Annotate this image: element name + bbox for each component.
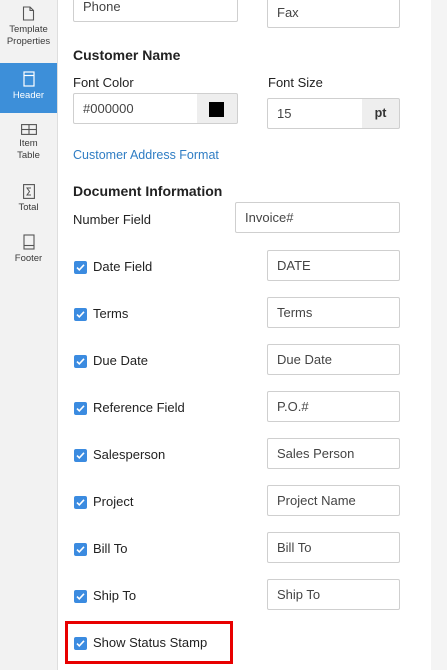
- project-checkbox[interactable]: [74, 496, 87, 509]
- terms-row: Terms: [74, 306, 254, 322]
- section-title-customer-name: Customer Name: [73, 47, 181, 63]
- bill-to-row: Bill To: [74, 541, 254, 557]
- sidebar-item-label: Total: [18, 202, 39, 213]
- bill-to-input[interactable]: [267, 532, 400, 563]
- terms-input[interactable]: [267, 297, 400, 328]
- left-sidebar: Template Properties Header Item Table To…: [0, 0, 58, 670]
- fax-field[interactable]: [267, 0, 400, 28]
- terms-label: Terms: [93, 306, 129, 321]
- sidebar-item-label: Template: [9, 24, 48, 35]
- project-input[interactable]: [267, 485, 400, 516]
- customer-address-format-link[interactable]: Customer Address Format: [73, 148, 219, 162]
- highlight-box: [65, 621, 233, 664]
- sigma-icon: [0, 184, 57, 199]
- project-row: Project: [74, 494, 254, 510]
- ship-to-row: Ship To: [74, 588, 254, 604]
- salesperson-label: Salesperson: [93, 447, 166, 462]
- reference-field-row: Reference Field: [74, 400, 254, 416]
- bill-to-checkbox[interactable]: [74, 543, 87, 556]
- sidebar-item-footer[interactable]: Footer: [0, 234, 57, 268]
- bill-to-label: Bill To: [93, 541, 128, 556]
- sidebar-item-header[interactable]: Header: [0, 63, 57, 113]
- sidebar-item-label: Header: [12, 90, 45, 101]
- due-date-input[interactable]: [267, 344, 400, 375]
- sidebar-item-template-properties[interactable]: Template Properties: [0, 6, 57, 54]
- due-date-row: Due Date: [74, 353, 254, 369]
- font-color-label: Font Color: [73, 75, 134, 90]
- ship-to-input[interactable]: [267, 579, 400, 610]
- date-field-input[interactable]: [267, 250, 400, 281]
- date-field-checkbox[interactable]: [74, 261, 87, 274]
- date-field-row: Date Field: [74, 259, 254, 275]
- sidebar-item-label: Item: [19, 138, 38, 149]
- font-size-label: Font Size: [268, 75, 323, 90]
- color-picker-button[interactable]: [197, 93, 238, 124]
- number-field-input[interactable]: [235, 202, 400, 233]
- salesperson-input[interactable]: [267, 438, 400, 469]
- reference-field-input[interactable]: [267, 391, 400, 422]
- font-color-input[interactable]: [73, 93, 198, 124]
- ship-to-checkbox[interactable]: [74, 590, 87, 603]
- sidebar-item-label: Footer: [14, 253, 43, 264]
- color-swatch: [209, 102, 224, 117]
- salesperson-checkbox[interactable]: [74, 449, 87, 462]
- sidebar-item-label: Properties: [6, 36, 51, 47]
- scrollbar-track[interactable]: [431, 0, 447, 670]
- phone-field[interactable]: [73, 0, 238, 22]
- section-title-document-information: Document Information: [73, 183, 223, 199]
- sidebar-item-label: Table: [17, 150, 40, 161]
- date-field-label: Date Field: [93, 259, 153, 274]
- sidebar-item-item-table[interactable]: Item Table: [0, 124, 57, 168]
- reference-field-label: Reference Field: [93, 400, 185, 415]
- footer-page-icon: [0, 234, 57, 250]
- sidebar-item-total[interactable]: Total: [0, 184, 57, 218]
- header-page-icon: [0, 71, 57, 87]
- ship-to-label: Ship To: [93, 588, 137, 603]
- reference-field-checkbox[interactable]: [74, 402, 87, 415]
- font-size-input[interactable]: [267, 98, 363, 129]
- salesperson-row: Salesperson: [74, 447, 254, 463]
- due-date-checkbox[interactable]: [74, 355, 87, 368]
- table-icon: [0, 124, 57, 135]
- terms-checkbox[interactable]: [74, 308, 87, 321]
- font-size-unit: pt: [362, 98, 400, 129]
- due-date-label: Due Date: [93, 353, 148, 368]
- project-label: Project: [93, 494, 134, 509]
- document-icon: [0, 6, 57, 21]
- number-field-label: Number Field: [73, 212, 152, 227]
